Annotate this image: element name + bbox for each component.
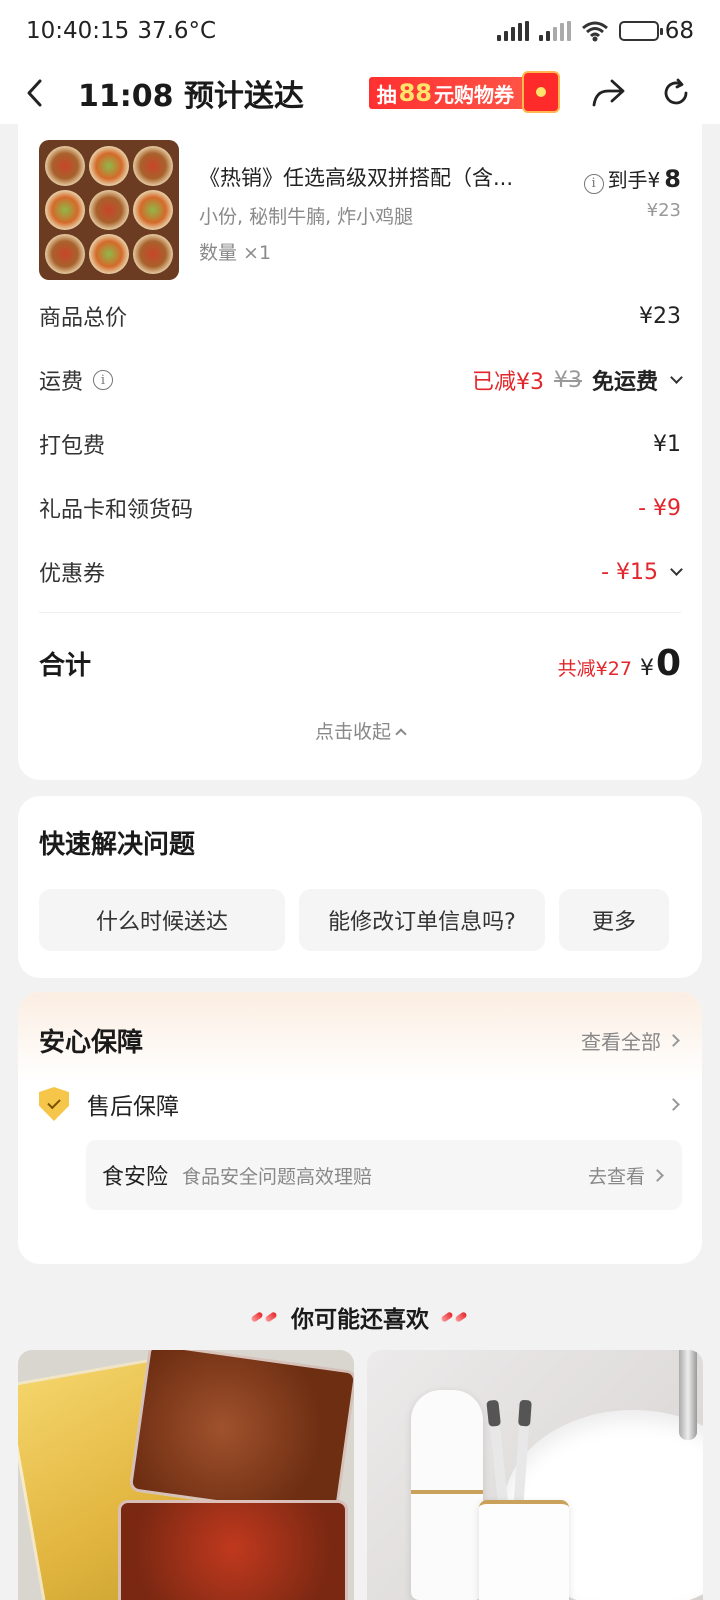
summary-label: 优惠券 <box>39 562 106 587</box>
summary-row-gift-card: 礼品卡和领货码 - ¥9 <box>39 476 681 540</box>
summary-label: 运费 <box>39 370 84 395</box>
product-name: 《热销》任选高级双拼搭配（含... <box>199 166 514 190</box>
product-spec: 小份, 秘制牛腩, 炸小鸡腿 <box>199 206 414 228</box>
info-icon[interactable]: i <box>93 370 114 390</box>
collapse-label: 点击收起 <box>314 721 391 743</box>
view-all-link[interactable]: 查看全部 <box>581 1026 680 1055</box>
summary-row-goods-total: 商品总价 ¥23 <box>39 284 681 348</box>
status-bar: 10:40:15 37.6°C 68 <box>0 0 720 62</box>
battery-icon <box>618 21 663 41</box>
summary-row-coupon[interactable]: 优惠券 - ¥15 <box>39 540 683 604</box>
chevron-up-icon <box>395 728 407 740</box>
summary-value: - ¥15 <box>601 559 658 585</box>
food-safety-desc: 食品安全问题高效理赔 <box>182 1165 373 1188</box>
quick-help-buttons: 什么时候送达 能修改订单信息吗? 更多 <box>39 889 669 951</box>
product-final-price: i 到手¥ 8 <box>583 164 681 194</box>
price-label: 到手¥ <box>607 168 661 192</box>
product-quantity: 数量 ×1 <box>199 242 272 264</box>
after-sales-label: 售后保障 <box>87 1094 179 1120</box>
total-row: 合计 共减¥27 ¥ 0 <box>39 613 681 713</box>
summary-label: 商品总价 <box>39 306 128 331</box>
delivery-saved: 已减¥3 <box>471 370 544 395</box>
order-detail-card: 《热销》任选高级双拼搭配（含... 小份, 秘制牛腩, 炸小鸡腿 数量 ×1 i… <box>18 124 702 780</box>
quick-btn-delivery-time[interactable]: 什么时候送达 <box>39 889 285 951</box>
nav-bar: 11:08 预计送达 抽 88 元购物券 <box>0 62 720 124</box>
recommend-title-text: 你可能还喜欢 <box>291 1307 429 1333</box>
wifi-icon <box>581 21 608 42</box>
view-all-label: 查看全部 <box>581 1030 661 1054</box>
total-currency: ¥ <box>639 655 654 681</box>
food-safety-insurance[interactable]: 食安险 食品安全问题高效理赔 去查看 <box>86 1140 682 1210</box>
total-label: 合计 <box>39 650 92 681</box>
signal-icon <box>496 21 529 41</box>
shield-check-icon <box>39 1087 69 1121</box>
product-item[interactable]: 《热销》任选高级双拼搭配（含... 小份, 秘制牛腩, 炸小鸡腿 数量 ×1 i… <box>39 140 681 282</box>
summary-row-delivery-fee[interactable]: 运费 i 已减¥3 ¥3 免运费 <box>39 348 683 412</box>
recommend-item-toothbrush-set[interactable]: 卡农社区 <box>367 1350 703 1600</box>
decoration-icon <box>251 1312 279 1322</box>
total-saved: 共减¥27 <box>557 657 632 680</box>
delivery-eta-title: 11:08 预计送达 <box>78 79 304 114</box>
food-tray <box>118 1500 348 1600</box>
chevron-right-icon <box>667 1034 680 1047</box>
product-image <box>39 140 179 280</box>
promo-suffix: 元购物券 <box>434 82 514 107</box>
quick-help-title: 快速解决问题 <box>39 830 196 860</box>
info-icon[interactable]: i <box>583 173 604 194</box>
watermark-text: 卡农社区 <box>637 1561 693 1577</box>
toothbrush-shape <box>487 1399 509 1511</box>
collapse-button[interactable]: 点击收起 <box>39 717 681 744</box>
guarantee-title: 安心保障 <box>39 1028 144 1058</box>
faucet-shape <box>679 1350 697 1440</box>
guarantee-card: 安心保障 查看全部 售后保障 食安险 食品安全问题高效理赔 去查看 <box>18 992 702 1264</box>
chevron-down-icon <box>670 562 683 576</box>
chevron-right-icon <box>667 1097 680 1111</box>
price-value: 8 <box>664 165 681 193</box>
recommend-title: 你可能还喜欢 <box>0 1300 720 1334</box>
food-safety-name: 食安险 <box>102 1165 169 1190</box>
battery-indicator: 68 <box>618 18 694 44</box>
promo-coupon-banner[interactable]: 抽 88 元购物券 <box>368 71 560 113</box>
summary-row-packing-fee: 打包费 ¥1 <box>39 412 681 476</box>
summary-value: - ¥9 <box>638 495 681 521</box>
gift-icon <box>522 71 560 113</box>
battery-percent: 68 <box>664 18 694 44</box>
after-sales-guarantee[interactable]: 售后保障 <box>39 1084 680 1124</box>
refresh-icon[interactable] <box>656 73 696 113</box>
chevron-right-icon <box>651 1168 664 1182</box>
summary-value: ¥1 <box>653 431 681 457</box>
holder-shape <box>479 1500 569 1600</box>
signal-2-icon <box>538 21 571 41</box>
quick-btn-modify-order[interactable]: 能修改订单信息吗? <box>299 889 545 951</box>
status-time: 10:40:15 <box>26 18 130 44</box>
decoration-icon <box>441 1312 469 1322</box>
chevron-down-icon <box>670 370 683 384</box>
food-tray <box>128 1350 354 1520</box>
summary-value: 免运费 <box>591 370 658 395</box>
cup-shape <box>411 1390 483 1600</box>
back-icon[interactable] <box>24 77 46 109</box>
quick-btn-more[interactable]: 更多 <box>559 889 669 951</box>
share-icon[interactable] <box>588 73 628 113</box>
summary-label: 打包费 <box>39 434 106 459</box>
summary-label: 礼品卡和领货码 <box>39 498 194 523</box>
promo-amount: 88 <box>398 79 432 107</box>
summary-value: ¥23 <box>639 303 681 329</box>
food-safety-view-label: 去查看 <box>587 1165 645 1188</box>
status-temperature: 37.6°C <box>137 18 217 44</box>
promo-prefix: 抽 <box>376 82 397 107</box>
delivery-original: ¥3 <box>553 367 582 393</box>
total-amount: 0 <box>655 642 681 684</box>
product-original-price: ¥23 <box>646 200 681 221</box>
price-summary: 商品总价 ¥23 运费 i 已减¥3 ¥3 免运费 打包费 ¥1 礼品卡和领货码… <box>39 284 683 744</box>
recommend-item-roast-meat[interactable] <box>18 1350 354 1600</box>
quick-help-card: 快速解决问题 什么时候送达 能修改订单信息吗? 更多 <box>18 796 702 978</box>
food-safety-view: 去查看 <box>587 1162 664 1189</box>
